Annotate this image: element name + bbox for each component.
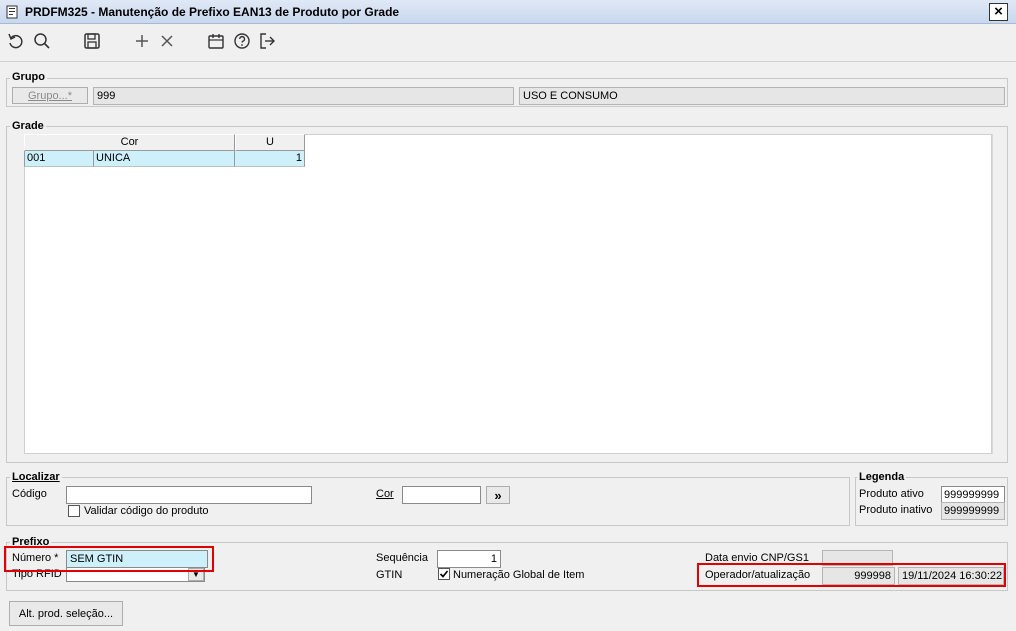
app-icon — [6, 5, 18, 19]
table-row-cor[interactable]: UNICA — [94, 151, 235, 167]
window-title: PRDFM325 - Manutenção de Prefixo EAN13 d… — [25, 5, 400, 19]
gtin-label: GTIN — [376, 569, 403, 581]
produto-ativo-label: Produto ativo — [859, 488, 924, 500]
gtin-checkbox[interactable] — [438, 568, 450, 580]
go-button[interactable]: » — [486, 486, 510, 504]
validar-checkbox[interactable] — [68, 505, 80, 517]
save-icon[interactable] — [82, 31, 102, 51]
table-row-code[interactable]: 001 — [24, 151, 94, 167]
delete-icon[interactable] — [157, 31, 177, 51]
close-button[interactable]: × — [989, 3, 1008, 21]
add-icon[interactable] — [132, 31, 152, 51]
grupo-description-field[interactable]: USO E CONSUMO — [519, 87, 1005, 105]
go-icon: » — [494, 487, 502, 503]
cor-input[interactable] — [402, 486, 481, 504]
toolbar — [0, 25, 1016, 59]
sequencia-input[interactable]: 1 — [437, 550, 501, 568]
localizar-title: Localizar — [10, 471, 62, 483]
table-row-u[interactable]: 1 — [235, 151, 305, 167]
checkmark-icon — [439, 570, 449, 578]
alt-prod-selecao-button[interactable]: Alt. prod. seleção... — [9, 601, 123, 626]
grupo-button-label: Grupo...* — [27, 89, 73, 102]
grade-vertical-scrollbar[interactable] — [992, 134, 1006, 454]
window-title-bar: PRDFM325 - Manutenção de Prefixo EAN13 d… — [0, 0, 1016, 24]
search-icon[interactable] — [32, 31, 52, 51]
help-icon[interactable] — [232, 31, 252, 51]
produto-inativo-swatch: 999999999 — [941, 502, 1005, 520]
legenda-title: Legenda — [857, 471, 907, 483]
grid-header-u[interactable]: U — [235, 134, 305, 151]
close-icon[interactable]: × — [994, 4, 1003, 19]
grupo-button[interactable]: Grupo...* — [12, 87, 88, 104]
gtin-check-label: Numeração Global de Item — [453, 569, 585, 581]
codigo-input[interactable] — [66, 486, 312, 504]
cor-label: Cor — [376, 488, 394, 500]
produto-inativo-label: Produto inativo — [859, 504, 933, 516]
grade-title: Grade — [10, 120, 46, 132]
grid-header-cor[interactable]: Cor — [24, 134, 235, 151]
grupo-code-field[interactable]: 999 — [93, 87, 514, 105]
sequencia-label: Sequência — [376, 552, 428, 564]
codigo-label: Código — [12, 488, 47, 500]
grupo-title: Grupo — [10, 71, 47, 83]
toolbar-divider — [0, 61, 1016, 62]
alt-prod-selecao-label: Alt. prod. seleção... — [18, 607, 114, 620]
operador-highlight-box — [697, 563, 1006, 587]
validar-label: Validar código do produto — [84, 505, 209, 517]
exit-icon[interactable] — [257, 31, 277, 51]
calendar-icon[interactable] — [206, 31, 226, 51]
numero-highlight-box — [4, 546, 214, 572]
grade-grid[interactable] — [24, 134, 992, 454]
undo-icon[interactable] — [6, 31, 26, 51]
